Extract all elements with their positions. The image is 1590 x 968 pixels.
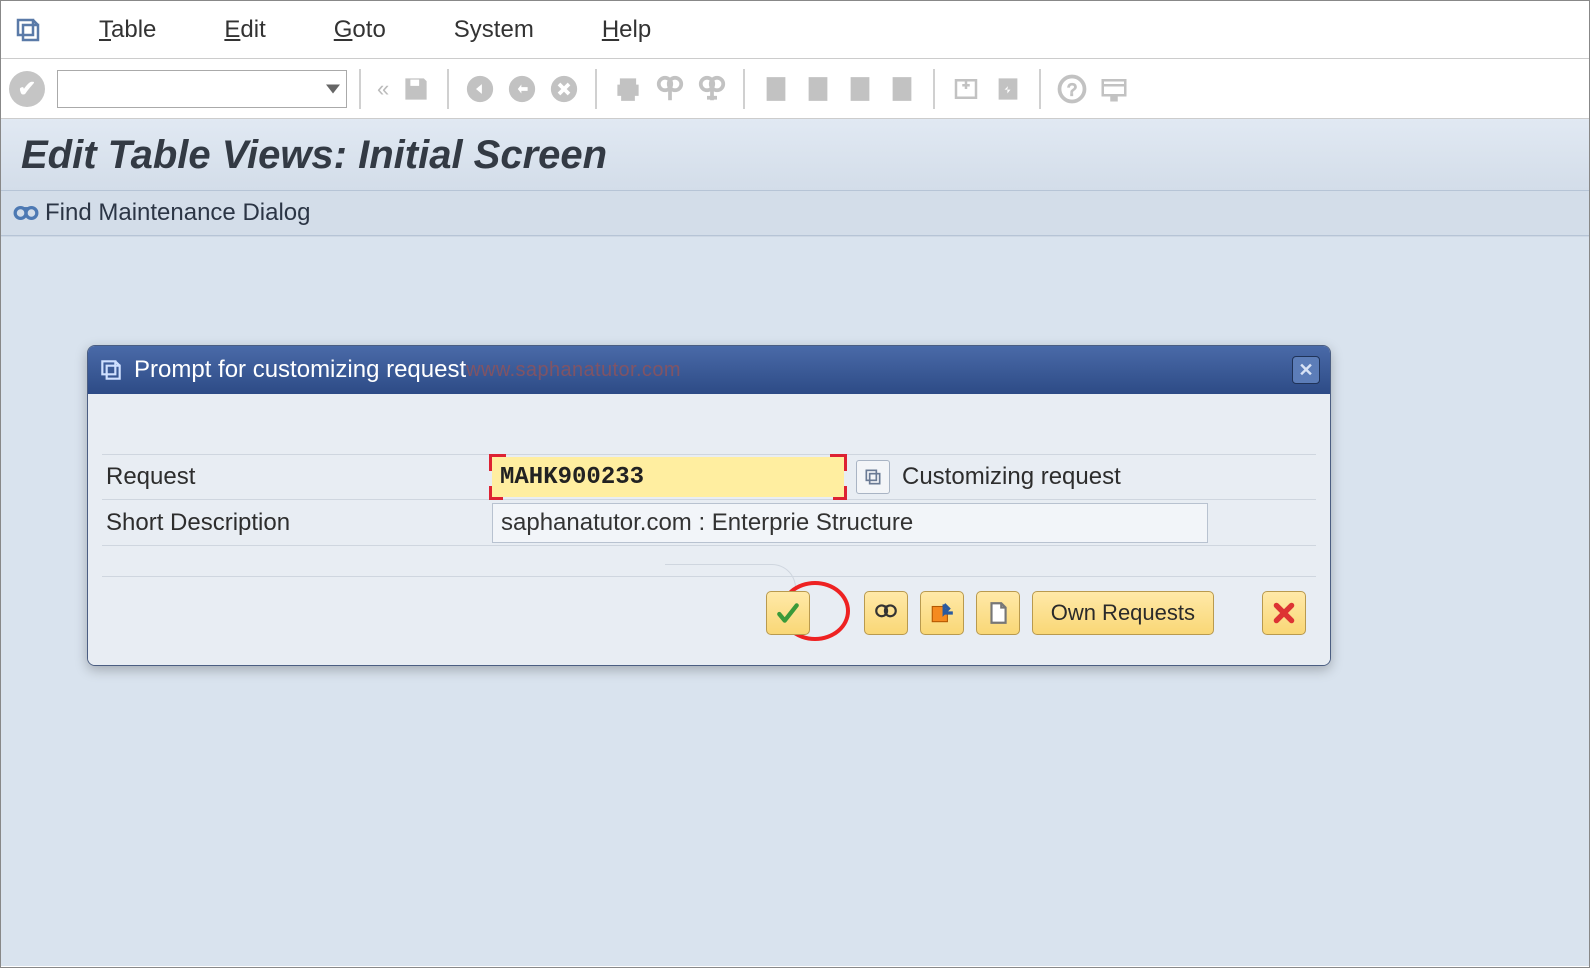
short-description-input[interactable]	[492, 503, 1208, 543]
toolbar-separator	[743, 69, 745, 109]
shortcut-icon[interactable]	[989, 70, 1027, 108]
display-button[interactable]	[864, 591, 908, 635]
dialog-close-button[interactable]: ✕	[1292, 356, 1320, 384]
continue-button[interactable]	[766, 591, 810, 635]
cancel-icon[interactable]	[545, 70, 583, 108]
work-area: Prompt for customizing request www.sapha…	[1, 236, 1589, 966]
menu-system[interactable]: System	[430, 10, 558, 50]
new-document-button[interactable]	[976, 591, 1020, 635]
own-requests-button[interactable]: Own Requests	[1032, 591, 1214, 635]
enter-button[interactable]: ✔	[9, 71, 45, 107]
save-icon[interactable]	[397, 70, 435, 108]
toolbar-separator	[1039, 69, 1041, 109]
toolbar-separator	[595, 69, 597, 109]
create-request-button[interactable]	[920, 591, 964, 635]
find-icon[interactable]	[651, 70, 689, 108]
customizing-request-dialog: Prompt for customizing request www.sapha…	[87, 345, 1331, 666]
binoculars-icon	[13, 200, 39, 226]
svg-text:?: ?	[1067, 79, 1077, 99]
layout-icon[interactable]	[1095, 70, 1133, 108]
page-title: Edit Table Views: Initial Screen	[21, 133, 1569, 178]
cancel-button[interactable]	[1262, 591, 1306, 635]
request-type-label: Customizing request	[902, 463, 1121, 491]
dialog-footer: Own Requests	[102, 576, 1316, 645]
short-description-label: Short Description	[102, 509, 492, 537]
dropdown-arrow-icon	[326, 84, 340, 93]
toolbar-separator	[447, 69, 449, 109]
sap-gui-window: Table Edit Goto System Help ✔ «	[0, 0, 1590, 968]
menu-goto[interactable]: Goto	[310, 10, 410, 50]
dialog-titlebar: Prompt for customizing request www.sapha…	[88, 346, 1330, 394]
next-page-icon[interactable]	[841, 70, 879, 108]
menu-help[interactable]: Help	[578, 10, 675, 50]
find-next-icon[interactable]	[693, 70, 731, 108]
toolbar-separator	[933, 69, 935, 109]
standard-toolbar: ✔ «	[1, 59, 1589, 119]
title-area: Edit Table Views: Initial Screen	[1, 119, 1589, 191]
application-toolbar: Find Maintenance Dialog	[1, 191, 1589, 236]
menu-table[interactable]: Table	[75, 10, 180, 50]
command-field[interactable]	[57, 70, 347, 108]
request-input[interactable]	[492, 457, 844, 497]
help-icon[interactable]: ?	[1053, 70, 1091, 108]
last-page-icon[interactable]	[883, 70, 921, 108]
back-icon[interactable]	[461, 70, 499, 108]
new-session-icon[interactable]	[947, 70, 985, 108]
chevron-left-icon: «	[377, 76, 389, 102]
find-maintenance-dialog-button[interactable]: Find Maintenance Dialog	[45, 199, 311, 227]
request-input-wrap	[492, 457, 844, 497]
prev-page-icon[interactable]	[799, 70, 837, 108]
exit-icon[interactable]	[503, 70, 541, 108]
first-page-icon[interactable]	[757, 70, 795, 108]
request-f4-button[interactable]	[856, 460, 890, 494]
sap-menu-icon[interactable]	[11, 13, 45, 47]
watermark-text: www.saphanatutor.com	[466, 359, 681, 382]
print-icon[interactable]	[609, 70, 647, 108]
request-label: Request	[102, 463, 492, 491]
sap-dialog-icon	[98, 357, 124, 383]
dialog-title: Prompt for customizing request	[134, 356, 466, 384]
menu-bar: Table Edit Goto System Help	[1, 1, 1589, 59]
toolbar-separator	[359, 69, 361, 109]
menu-edit[interactable]: Edit	[200, 10, 289, 50]
dialog-body: Request Customizing request Short Descri…	[88, 394, 1330, 665]
